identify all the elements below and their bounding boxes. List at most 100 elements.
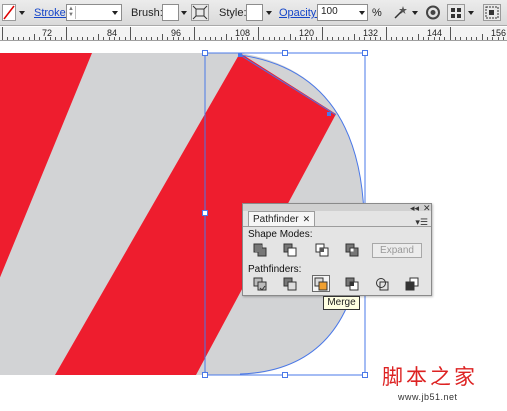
- ruler-tick: [375, 37, 376, 40]
- ruler-tick: [418, 34, 419, 40]
- ruler-tick: [45, 37, 46, 40]
- bbox-handle[interactable]: [202, 50, 208, 56]
- ruler-tick: [348, 37, 349, 40]
- ruler-tick: [242, 37, 243, 40]
- crop-button[interactable]: [344, 276, 360, 292]
- crop-icon: [345, 277, 359, 291]
- bbox-handle[interactable]: [202, 210, 208, 216]
- stroke-swatch-arrow[interactable]: [19, 11, 25, 15]
- ruler-tick: [338, 37, 339, 40]
- minus-back-button[interactable]: [404, 276, 420, 292]
- minus-back-icon: [405, 277, 419, 291]
- minus-front-button[interactable]: [282, 242, 298, 258]
- ruler-tick: [231, 37, 232, 40]
- ruler-tick: [178, 37, 179, 40]
- ruler-tick: [167, 37, 168, 40]
- brush-options-button[interactable]: [191, 4, 209, 21]
- pathfinder-panel: ◂◂ ✕ Pathfinder ✕ ▾☰ Shape Modes: Expand…: [242, 203, 432, 296]
- outline-icon: [376, 278, 389, 291]
- bbox-handle[interactable]: [362, 50, 368, 56]
- ruler-tick: [183, 37, 184, 40]
- opacity-label[interactable]: Opacity:: [279, 7, 319, 19]
- align-dropdown-icon[interactable]: [468, 11, 474, 15]
- merge-button[interactable]: [312, 275, 330, 292]
- style-field[interactable]: [246, 4, 263, 21]
- panel-title-bar[interactable]: [243, 204, 431, 211]
- isolate-group-button[interactable]: [424, 4, 442, 21]
- outline-button[interactable]: [374, 276, 390, 292]
- recolor-artwork-button[interactable]: [392, 4, 410, 21]
- anchor-point[interactable]: [327, 112, 331, 116]
- bbox-handle[interactable]: [282, 50, 288, 56]
- opacity-field[interactable]: 100: [317, 4, 368, 21]
- ruler-tick: [396, 37, 397, 40]
- bbox-handle[interactable]: [202, 372, 208, 378]
- expand-button[interactable]: Expand: [372, 243, 422, 258]
- ruler-tick: [23, 37, 24, 40]
- trim-button[interactable]: [282, 276, 298, 292]
- ruler-tick: [269, 37, 270, 40]
- collapse-panel-icon[interactable]: ◂◂: [410, 203, 419, 214]
- ruler-tick: [258, 27, 259, 40]
- ruler-tick: [455, 37, 456, 40]
- stroke-weight-stepper[interactable]: ▲ ▼: [68, 6, 76, 19]
- ruler-tick: [290, 34, 291, 40]
- ruler-tick: [253, 37, 254, 40]
- ruler-tick: [34, 34, 35, 40]
- opacity-value[interactable]: 100: [321, 6, 338, 17]
- ruler-tick: [423, 37, 424, 40]
- divide-button[interactable]: [252, 276, 268, 292]
- close-tab-icon[interactable]: ✕: [303, 212, 311, 227]
- ruler-tick: [162, 34, 163, 40]
- stroke-swatch[interactable]: [2, 4, 16, 21]
- close-panel-icon[interactable]: ✕: [423, 203, 431, 214]
- style-dropdown-icon[interactable]: [266, 11, 272, 15]
- ruler-tick: [71, 37, 72, 40]
- no-stroke-icon: [3, 5, 15, 20]
- ruler-tick: [125, 37, 126, 40]
- ruler-tick: [359, 37, 360, 40]
- ruler-tick: [327, 37, 328, 40]
- exclude-icon: [345, 243, 359, 257]
- ruler-tick: [407, 37, 408, 40]
- ruler-tick: [221, 37, 222, 40]
- recolor-dropdown-icon[interactable]: [412, 11, 418, 15]
- unite-button[interactable]: [252, 242, 268, 258]
- ruler-tick: [295, 37, 296, 40]
- brush-dropdown-icon[interactable]: [181, 11, 187, 15]
- style-label: Style:: [219, 7, 247, 19]
- ruler-tick: [370, 37, 371, 40]
- panel-menu-icon[interactable]: ▾☰: [415, 217, 428, 228]
- exclude-button[interactable]: [344, 242, 360, 258]
- pathfinders-label: Pathfinders:: [248, 264, 302, 275]
- ruler-tick: [13, 37, 14, 40]
- ruler-tick: [364, 37, 365, 40]
- ruler-tick: [66, 27, 67, 40]
- stroke-weight-field[interactable]: ▲ ▼: [66, 4, 122, 21]
- intersect-button[interactable]: [314, 242, 330, 258]
- ruler-tick: [114, 37, 115, 40]
- ruler-tick: [98, 34, 99, 40]
- brush-field[interactable]: [162, 4, 179, 21]
- stroke-weight-dropdown-icon[interactable]: [112, 11, 118, 15]
- ruler-tick: [199, 37, 200, 40]
- transform-icon: [485, 6, 499, 19]
- transform-button[interactable]: [483, 4, 501, 21]
- opacity-dropdown-icon[interactable]: [359, 11, 365, 15]
- bbox-handle[interactable]: [362, 372, 368, 378]
- divide-icon: [253, 277, 267, 291]
- stroke-label[interactable]: Stroke:: [34, 7, 69, 19]
- ruler-tick: [39, 37, 40, 40]
- ruler-tick: [460, 37, 461, 40]
- ruler-tick: [135, 37, 136, 40]
- ruler-tick: [55, 37, 56, 40]
- ruler-tick: [311, 37, 312, 40]
- ruler-tick: [18, 37, 19, 40]
- align-button[interactable]: [447, 4, 465, 21]
- brush-label: Brush:: [131, 7, 163, 19]
- bbox-handle[interactable]: [282, 372, 288, 378]
- tab-pathfinder[interactable]: Pathfinder ✕: [248, 211, 316, 227]
- anchor-point[interactable]: [238, 53, 242, 57]
- ruler-tick: [263, 37, 264, 40]
- ruler-tick: [471, 37, 472, 40]
